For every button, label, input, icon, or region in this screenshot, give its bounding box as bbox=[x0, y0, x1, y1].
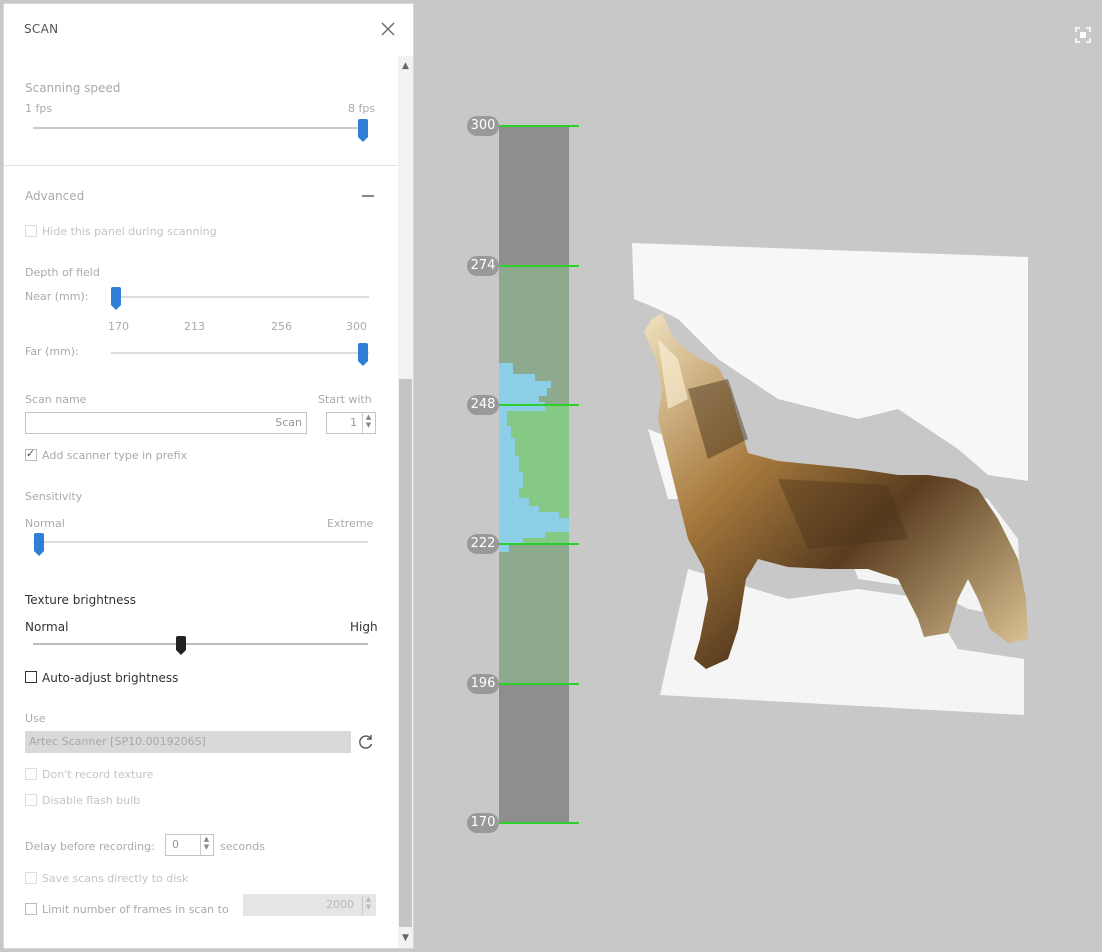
depth-tick-line-170 bbox=[499, 822, 579, 824]
disable-flash-label: Disable flash bulb bbox=[42, 794, 141, 807]
scanning-speed-label: Scanning speed bbox=[25, 81, 121, 95]
depth-tick-label: 274 bbox=[467, 256, 499, 276]
auto-adjust-checkbox[interactable] bbox=[25, 671, 37, 683]
save-directly-label: Save scans directly to disk bbox=[42, 872, 189, 885]
far-track[interactable] bbox=[111, 352, 369, 354]
sensitivity-track[interactable] bbox=[33, 541, 368, 543]
texture-brightness-label: Texture brightness bbox=[25, 593, 137, 607]
depth-tick-4: 300 bbox=[346, 320, 367, 333]
chevron-up-icon[interactable]: ▲ bbox=[398, 58, 413, 74]
scan-name-input[interactable]: Scan bbox=[25, 412, 307, 434]
disable-flash-checkbox[interactable] bbox=[25, 794, 37, 806]
add-scanner-type-label: Add scanner type in prefix bbox=[42, 449, 188, 462]
near-label: Near (mm): bbox=[25, 290, 89, 303]
panel-header: SCAN bbox=[4, 4, 413, 56]
scanned-model[interactable] bbox=[628, 239, 1048, 719]
3d-viewport[interactable]: 300 274 248 222 196 170 bbox=[418, 3, 1102, 949]
hide-panel-checkbox[interactable] bbox=[25, 225, 37, 237]
depth-tick-label: 196 bbox=[467, 674, 499, 694]
panel-title: SCAN bbox=[24, 22, 59, 36]
start-with-spinner[interactable]: ▲ ▼ bbox=[362, 413, 374, 433]
hide-panel-label: Hide this panel during scanning bbox=[42, 225, 217, 238]
scanning-speed-min-label: 1 fps bbox=[25, 102, 53, 115]
fullscreen-icon[interactable] bbox=[1074, 26, 1092, 44]
depth-tick-line-222 bbox=[499, 543, 579, 545]
delay-label: Delay before recording: bbox=[25, 840, 155, 853]
depth-tick-label: 248 bbox=[467, 395, 499, 415]
chevron-down-icon[interactable]: ▼ bbox=[398, 930, 413, 946]
scan-name-label: Scan name bbox=[25, 393, 87, 406]
scrollbar-thumb[interactable] bbox=[399, 379, 412, 927]
far-slider-thumb[interactable] bbox=[358, 343, 368, 366]
sensitivity-label: Sensitivity bbox=[25, 490, 83, 503]
use-label: Use bbox=[25, 712, 46, 725]
scanning-speed-track[interactable] bbox=[33, 127, 368, 129]
limit-frames-label: Limit number of frames in scan to bbox=[42, 903, 229, 916]
depth-tick-3: 256 bbox=[271, 320, 292, 333]
far-label: Far (mm): bbox=[25, 345, 79, 358]
depth-of-field-label: Depth of field bbox=[25, 266, 100, 279]
texture-brightness-min-label: Normal bbox=[25, 620, 69, 634]
limit-frames-checkbox[interactable] bbox=[25, 903, 37, 915]
save-directly-checkbox[interactable] bbox=[25, 872, 37, 884]
dont-record-texture-checkbox[interactable] bbox=[25, 768, 37, 780]
sensitivity-min-label: Normal bbox=[25, 517, 65, 530]
advanced-title: Advanced bbox=[25, 189, 85, 203]
scanning-speed-max-label: 8 fps bbox=[348, 102, 376, 115]
sensitivity-max-label: Extreme bbox=[327, 517, 374, 530]
depth-tick-line-248 bbox=[499, 404, 579, 406]
depth-tick-label: 170 bbox=[467, 813, 499, 833]
near-track[interactable] bbox=[111, 296, 369, 298]
limit-frames-spinner[interactable]: ▲ ▼ bbox=[362, 895, 374, 915]
close-icon[interactable] bbox=[378, 19, 398, 39]
depth-histogram bbox=[499, 363, 569, 552]
texture-brightness-track[interactable] bbox=[33, 643, 368, 645]
minus-icon[interactable] bbox=[362, 195, 374, 197]
depth-tick-line-274 bbox=[499, 265, 579, 267]
depth-tick-2: 213 bbox=[184, 320, 205, 333]
depth-gauge bbox=[499, 126, 569, 823]
scanning-speed-section: Scanning speed 1 fps 8 fps bbox=[4, 56, 398, 166]
depth-tick-line-196 bbox=[499, 683, 579, 685]
texture-brightness-slider-thumb[interactable] bbox=[176, 636, 186, 655]
depth-tick-1: 170 bbox=[108, 320, 129, 333]
sensitivity-slider-thumb[interactable] bbox=[34, 533, 44, 556]
depth-tick-label: 300 bbox=[467, 116, 499, 136]
panel-scroll-area: Scanning speed 1 fps 8 fps Advanced Hide… bbox=[4, 56, 398, 948]
panel-scrollbar[interactable]: ▲ ▼ bbox=[398, 56, 413, 948]
depth-tick-label: 222 bbox=[467, 534, 499, 554]
auto-adjust-label: Auto-adjust brightness bbox=[42, 671, 179, 685]
dont-record-texture-label: Don't record texture bbox=[42, 768, 154, 781]
refresh-icon[interactable] bbox=[357, 733, 375, 751]
scanner-select[interactable]: Artec Scanner [SP10.0019206S] bbox=[25, 731, 351, 753]
near-slider-thumb[interactable] bbox=[111, 287, 121, 310]
scanning-speed-slider-thumb[interactable] bbox=[358, 119, 368, 142]
delay-unit: seconds bbox=[220, 840, 265, 853]
scan-panel: SCAN Scanning speed 1 fps 8 fps Advanced… bbox=[3, 3, 414, 949]
delay-spinner[interactable]: ▲ ▼ bbox=[200, 835, 212, 855]
depth-tick-line-300 bbox=[499, 125, 579, 127]
limit-frames-input[interactable]: 2000 bbox=[243, 894, 376, 916]
texture-brightness-max-label: High bbox=[350, 620, 378, 634]
add-scanner-type-checkbox[interactable] bbox=[25, 447, 37, 461]
start-with-label: Start with bbox=[318, 393, 372, 406]
